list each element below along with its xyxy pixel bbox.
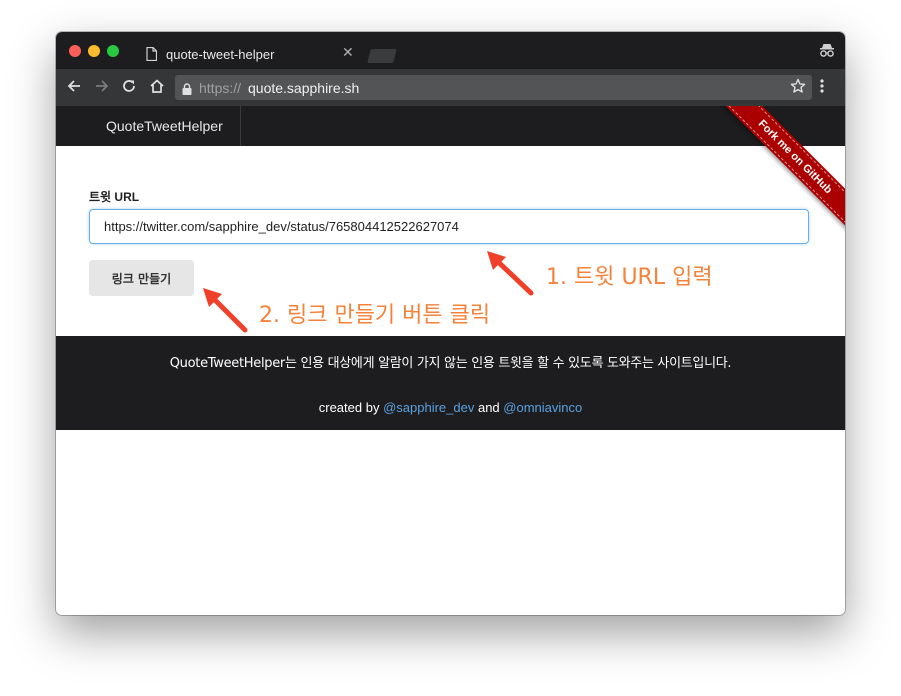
github-ribbon-container: Fork me on GitHub bbox=[685, 106, 845, 266]
annotation-arrow-1 bbox=[487, 251, 534, 296]
back-arrow-icon[interactable] bbox=[66, 78, 82, 99]
annotation-arrow-2 bbox=[203, 288, 248, 333]
close-icon[interactable]: ✕ bbox=[342, 45, 354, 61]
make-link-button[interactable]: 링크 만들기 bbox=[89, 260, 194, 296]
zoom-window-button[interactable] bbox=[107, 45, 119, 57]
footer-credits: created by @sapphire_dev and @omniavinco bbox=[56, 400, 845, 415]
star-icon[interactable] bbox=[790, 78, 806, 99]
new-tab-button[interactable] bbox=[367, 49, 397, 63]
menu-dots-icon[interactable] bbox=[819, 78, 825, 99]
annotation-step1: 1. 트윗 URL 입력 bbox=[546, 265, 713, 290]
tab-bar: quote-tweet-helper ✕ bbox=[56, 32, 845, 69]
home-icon[interactable] bbox=[149, 78, 165, 99]
created-by-text: created by bbox=[318, 400, 380, 415]
lock-icon bbox=[182, 82, 192, 100]
minimize-window-button[interactable] bbox=[88, 45, 100, 57]
site-footer: QuoteTweetHelper는 인용 대상에게 알람이 가지 않는 인용 트… bbox=[56, 336, 845, 430]
and-text: and bbox=[477, 400, 500, 415]
footer-description: QuoteTweetHelper는 인용 대상에게 알람이 가지 않는 인용 트… bbox=[169, 356, 732, 371]
document-icon bbox=[146, 46, 158, 66]
author-link-omniavinco[interactable]: @omniavinco bbox=[503, 400, 582, 415]
close-window-button[interactable] bbox=[69, 45, 81, 57]
incognito-icon bbox=[819, 42, 835, 63]
tweet-url-label: 트윗 URL bbox=[89, 190, 140, 204]
url-host: quote.sapphire.sh bbox=[248, 80, 360, 96]
navbar-divider bbox=[240, 106, 241, 146]
tab-title: quote-tweet-helper bbox=[166, 47, 275, 62]
fork-me-ribbon[interactable]: Fork me on GitHub bbox=[715, 106, 845, 237]
forward-arrow-icon[interactable] bbox=[94, 78, 110, 99]
brand-link[interactable]: QuoteTweetHelper bbox=[106, 118, 223, 134]
address-toolbar: https:// quote.sapphire.sh bbox=[56, 69, 845, 106]
annotation-step2: 2. 링크 만들기 버튼 클릭 bbox=[259, 303, 491, 328]
author-link-sapphire[interactable]: @sapphire_dev bbox=[383, 400, 474, 415]
reload-icon[interactable] bbox=[121, 78, 137, 99]
url-scheme: https:// bbox=[199, 80, 242, 96]
